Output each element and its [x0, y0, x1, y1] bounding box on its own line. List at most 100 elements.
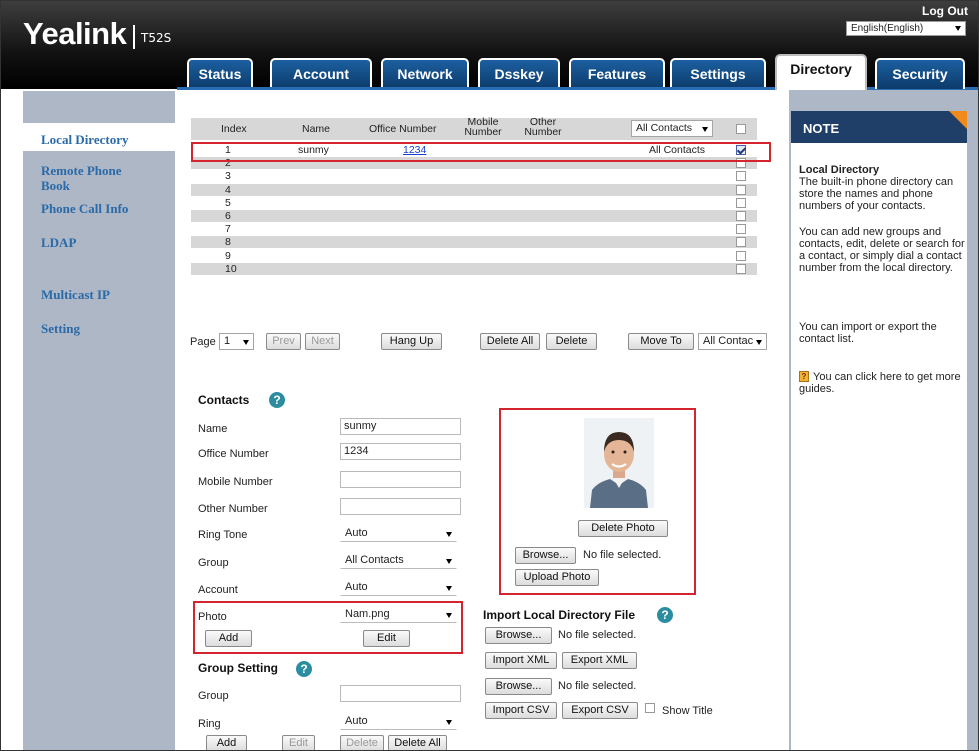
office-number-field[interactable]: 1234	[340, 443, 461, 460]
tab-directory[interactable]: Directory	[775, 54, 867, 90]
contact-photo	[584, 418, 654, 508]
row-checkbox[interactable]	[736, 197, 746, 208]
group-setting-group-field[interactable]	[340, 685, 461, 702]
next-button[interactable]: Next	[305, 333, 340, 350]
group-setting-heading: Group Setting	[198, 661, 278, 675]
col-other-number: Other Number	[524, 116, 562, 138]
tab-dsskey[interactable]: Dsskey	[478, 58, 560, 89]
sidebar: Local Directory Remote Phone Book Phone …	[23, 91, 175, 750]
show-title-label: Show Title	[662, 705, 713, 717]
edit-contact-button[interactable]: Edit	[363, 630, 410, 647]
sidebar-item-phone-call-info[interactable]: Phone Call Info	[41, 201, 128, 216]
chevron-down-icon	[446, 586, 452, 591]
import-xml-button[interactable]: Import XML	[485, 652, 557, 669]
sidebar-item-ldap[interactable]: LDAP	[41, 235, 76, 250]
prev-button[interactable]: Prev	[266, 333, 301, 350]
help-icon[interactable]: ?	[296, 661, 312, 677]
move-target-value: All Contac	[703, 335, 754, 347]
help-icon[interactable]: ?	[269, 392, 285, 408]
export-xml-button[interactable]: Export XML	[562, 652, 637, 669]
chevron-down-icon	[446, 720, 452, 725]
export-csv-button[interactable]: Export CSV	[562, 702, 638, 719]
group-value: All Contacts	[345, 554, 404, 566]
row-checkbox[interactable]	[736, 171, 746, 182]
language-select[interactable]: English(English)	[846, 21, 966, 36]
sidebar-item-setting[interactable]: Setting	[41, 321, 80, 336]
tab-security[interactable]: Security	[875, 58, 965, 89]
person-photo-icon	[584, 418, 654, 508]
table-header: Index Name Office Number Mobile Number O…	[191, 116, 757, 140]
sidebar-item-local-directory[interactable]: Local Directory	[23, 123, 175, 151]
note-paragraph-4: You can click here to get more guides.	[799, 371, 961, 395]
tab-settings[interactable]: Settings	[670, 58, 766, 89]
page-value: 1	[224, 335, 231, 347]
row-index: 9	[225, 249, 231, 262]
tab-account[interactable]: Account	[270, 58, 372, 89]
group-filter-value: All Contacts	[636, 122, 693, 134]
model-label: T52S	[141, 31, 172, 45]
delete-button[interactable]: Delete	[546, 333, 597, 350]
import-csv-button[interactable]: Import CSV	[485, 702, 557, 719]
row-checkbox[interactable]	[736, 224, 746, 235]
name-field[interactable]: sunmy	[340, 418, 461, 435]
ring-tone-select[interactable]: Auto	[340, 525, 457, 542]
note-header: NOTE	[791, 111, 967, 143]
chevron-down-icon	[756, 340, 762, 345]
select-all-checkbox[interactable]	[736, 124, 746, 134]
hang-up-button[interactable]: Hang Up	[381, 333, 442, 350]
table-row[interactable]: 4	[191, 183, 757, 196]
photo-value: Nam.png	[345, 608, 390, 620]
table-row[interactable]: 6	[191, 210, 757, 222]
help-icon[interactable]: ?	[657, 607, 673, 623]
tab-features[interactable]: Features	[569, 58, 665, 89]
note-paragraph-1: The built-in phone directory can store t…	[799, 176, 954, 212]
photo-select[interactable]: Nam.png	[340, 606, 457, 623]
table-row[interactable]: 10	[191, 262, 757, 275]
move-target-select[interactable]: All Contac	[698, 333, 767, 350]
delete-group-button[interactable]: Delete	[340, 735, 384, 750]
group-filter-select[interactable]: All Contacts	[631, 120, 713, 137]
delete-photo-button[interactable]: Delete Photo	[578, 520, 668, 537]
photo-label: Photo	[198, 611, 227, 623]
row-checkbox[interactable]	[736, 263, 746, 274]
first-row-highlight	[191, 142, 771, 162]
table-row[interactable]: 8	[191, 236, 757, 249]
browse-xml-button[interactable]: Browse...	[485, 627, 552, 644]
table-row[interactable]: 5	[191, 197, 757, 209]
tab-status[interactable]: Status	[187, 58, 253, 89]
group-ring-select[interactable]: Auto	[340, 713, 457, 730]
delete-all-groups-button[interactable]: Delete All	[388, 735, 447, 750]
other-number-field[interactable]	[340, 498, 461, 515]
show-title-checkbox[interactable]	[645, 703, 655, 713]
table-row[interactable]: 9	[191, 250, 757, 262]
add-group-button[interactable]: Add	[206, 735, 247, 750]
row-checkbox[interactable]	[736, 211, 746, 221]
col-mobile-number: Mobile Number	[464, 116, 502, 138]
table-row[interactable]: 7	[191, 223, 757, 235]
row-checkbox[interactable]	[736, 184, 746, 195]
sidebar-item-remote-phone-book[interactable]: Remote Phone Book	[41, 163, 151, 193]
table-row[interactable]: 3	[191, 170, 757, 182]
chevron-down-icon	[446, 613, 452, 618]
page-select[interactable]: 1	[219, 333, 254, 350]
import-heading: Import Local Directory File	[483, 608, 636, 622]
tab-network[interactable]: Network	[381, 58, 469, 89]
photo-file-status: No file selected.	[583, 549, 662, 561]
browse-csv-button[interactable]: Browse...	[485, 678, 552, 695]
logout-link[interactable]: Log Out	[922, 4, 968, 18]
group-select[interactable]: All Contacts	[340, 552, 457, 569]
mobile-number-field[interactable]	[340, 471, 461, 488]
row-checkbox[interactable]	[736, 250, 746, 261]
chevron-down-icon	[955, 26, 961, 31]
edit-group-button[interactable]: Edit	[282, 735, 315, 750]
browse-photo-button[interactable]: Browse...	[515, 547, 576, 564]
account-select[interactable]: Auto	[340, 579, 457, 596]
delete-all-button[interactable]: Delete All	[480, 333, 540, 350]
xml-file-status: No file selected.	[558, 629, 637, 641]
chevron-down-icon	[702, 127, 708, 132]
sidebar-item-multicast-ip[interactable]: Multicast IP	[41, 287, 110, 302]
add-contact-button[interactable]: Add	[205, 630, 252, 647]
upload-photo-button[interactable]: Upload Photo	[515, 569, 599, 586]
row-checkbox[interactable]	[736, 237, 746, 248]
move-to-button[interactable]: Move To	[628, 333, 694, 350]
